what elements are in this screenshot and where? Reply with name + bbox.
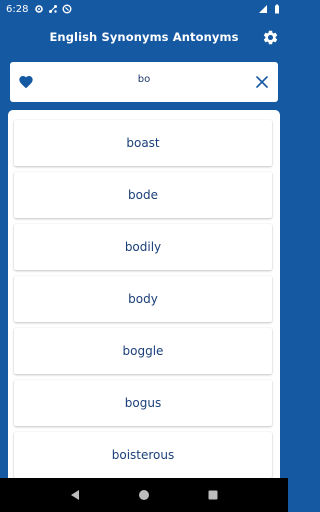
list-item[interactable]: boast — [14, 120, 272, 166]
heart-icon — [19, 76, 33, 89]
sync-notification-icon — [62, 4, 72, 14]
status-bar: 6:28 — [0, 0, 288, 18]
close-icon — [256, 76, 268, 88]
back-icon — [70, 490, 79, 500]
back-button[interactable] — [65, 485, 85, 505]
settings-notification-icon — [35, 5, 44, 13]
status-system-icons — [258, 4, 282, 14]
list-item[interactable]: bodily — [14, 224, 272, 270]
share-notification-icon — [49, 5, 58, 13]
list-item[interactable]: bogus — [14, 380, 272, 426]
recents-icon — [208, 490, 218, 500]
navigation-bar — [0, 478, 288, 512]
signal-icon — [259, 5, 267, 13]
list-item[interactable]: boggle — [14, 328, 272, 374]
search-input[interactable] — [38, 64, 250, 94]
settings-button[interactable] — [260, 27, 280, 47]
status-time: 6:28 — [6, 3, 29, 15]
battery-icon — [275, 4, 279, 14]
favorites-button[interactable] — [14, 70, 38, 94]
app-bar: English Synonyms Antonyms — [0, 18, 288, 56]
clear-search-button[interactable] — [250, 70, 274, 94]
list-item[interactable]: boisterous — [14, 432, 272, 478]
status-notification-icons — [34, 4, 72, 14]
home-icon — [138, 490, 149, 500]
recents-button[interactable] — [203, 485, 223, 505]
gear-icon — [263, 30, 277, 44]
app-title: English Synonyms Antonyms — [49, 30, 239, 44]
list-item[interactable]: bode — [14, 172, 272, 218]
home-button[interactable] — [134, 485, 154, 505]
list-item[interactable]: body — [14, 276, 272, 322]
search-card — [10, 62, 278, 102]
word-list: boast bode bodily body boggle bogus bois… — [8, 110, 280, 480]
